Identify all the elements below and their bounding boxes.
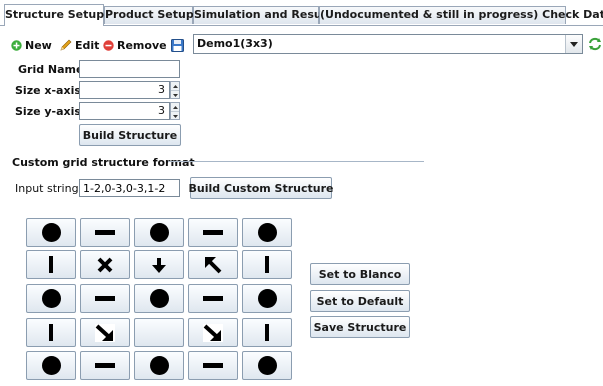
arrow-up-left-icon <box>204 256 222 274</box>
custom-section-title: Custom grid structure format <box>12 156 195 169</box>
grid-cell[interactable] <box>242 318 292 347</box>
save-icon <box>171 38 184 52</box>
dot-icon <box>41 356 61 375</box>
horizontal-bar-icon <box>203 230 223 235</box>
dot-icon <box>257 356 277 375</box>
grid-cell[interactable] <box>134 318 184 347</box>
horizontal-bar-icon <box>95 363 115 368</box>
input-string-field[interactable] <box>79 179 180 197</box>
section-divider <box>168 161 424 162</box>
grid-cell[interactable] <box>26 284 76 313</box>
set-to-blanco-button[interactable]: Set to Blanco <box>310 263 410 285</box>
tab-simulation-results[interactable]: Simulation and Results <box>193 6 337 24</box>
chevron-down-icon[interactable] <box>171 91 179 99</box>
grid-cell[interactable] <box>242 218 292 247</box>
grid-cell[interactable] <box>80 318 130 347</box>
remove-button[interactable]: Remove <box>103 37 167 53</box>
set-to-default-button[interactable]: Set to Default <box>310 290 410 312</box>
vertical-bar-icon <box>49 324 53 341</box>
grid-cell[interactable] <box>80 351 130 380</box>
save-button[interactable] <box>171 37 187 53</box>
dot-icon <box>41 289 61 308</box>
tab-bar: Structure Setup Product Setup Simulation… <box>0 0 603 26</box>
horizontal-bar-icon <box>95 230 115 235</box>
size-x-stepper[interactable] <box>170 81 180 99</box>
new-button[interactable]: New <box>11 37 52 53</box>
arrow-down-right-icon <box>203 323 223 342</box>
build-structure-button[interactable]: Build Structure <box>79 124 181 146</box>
refresh-icon <box>589 37 601 51</box>
size-x-input[interactable]: 3 <box>79 81 170 99</box>
refresh-button[interactable] <box>588 37 602 54</box>
dot-icon <box>41 223 61 242</box>
remove-label: Remove <box>117 38 167 52</box>
grid-name-input[interactable] <box>79 60 180 78</box>
input-string-label: Input string: <box>15 182 83 195</box>
tab-product-setup[interactable]: Product Setup <box>104 6 194 24</box>
grid-cell[interactable] <box>188 250 238 279</box>
grid-cell[interactable] <box>26 250 76 279</box>
horizontal-bar-icon <box>203 296 223 301</box>
structure-select-value: Demo1(3x3) <box>197 37 273 50</box>
build-custom-structure-button[interactable]: Build Custom Structure <box>189 177 333 199</box>
horizontal-bar-icon <box>95 296 115 301</box>
arrow-down-icon <box>150 256 168 274</box>
grid-cell[interactable] <box>188 218 238 247</box>
grid-cell[interactable] <box>134 250 184 279</box>
vertical-bar-icon <box>265 256 269 273</box>
dot-icon <box>257 223 277 242</box>
grid-cell[interactable] <box>80 284 130 313</box>
grid-cell[interactable] <box>134 284 184 313</box>
chevron-up-icon[interactable] <box>171 103 179 112</box>
vertical-bar-icon <box>265 324 269 341</box>
grid-cell[interactable] <box>134 351 184 380</box>
save-structure-button[interactable]: Save Structure <box>310 316 410 338</box>
structure-select[interactable]: Demo1(3x3) <box>193 34 583 54</box>
arrow-down-right-icon <box>95 323 115 342</box>
grid-cell[interactable] <box>242 250 292 279</box>
grid-cell[interactable] <box>26 351 76 380</box>
edit-button[interactable]: Edit <box>59 37 99 53</box>
grid-cell[interactable] <box>80 250 130 279</box>
edit-label: Edit <box>75 38 100 52</box>
chevron-down-icon[interactable] <box>171 112 179 120</box>
new-label: New <box>25 38 52 52</box>
grid-cell[interactable] <box>242 284 292 313</box>
dot-icon <box>257 289 277 308</box>
cross-icon <box>96 256 114 274</box>
dot-icon <box>149 356 169 375</box>
grid-cell[interactable] <box>188 284 238 313</box>
remove-icon <box>103 39 114 51</box>
add-icon <box>11 39 22 51</box>
dot-icon <box>149 223 169 242</box>
tab-structure-setup[interactable]: Structure Setup <box>4 4 104 26</box>
chevron-down-icon[interactable] <box>565 35 582 53</box>
grid-cell[interactable] <box>80 218 130 247</box>
grid-cell[interactable] <box>188 351 238 380</box>
vertical-bar-icon <box>49 256 53 273</box>
chevron-up-icon[interactable] <box>171 82 179 91</box>
grid-cell[interactable] <box>242 351 292 380</box>
dot-icon <box>149 289 169 308</box>
grid-cell[interactable] <box>26 218 76 247</box>
size-y-input[interactable]: 3 <box>79 102 170 120</box>
grid-cell[interactable] <box>26 318 76 347</box>
size-y-stepper[interactable] <box>170 102 180 120</box>
grid-cell[interactable] <box>134 218 184 247</box>
horizontal-bar-icon <box>203 363 223 368</box>
pencil-icon <box>60 39 72 50</box>
size-x-label: Size x-axis : <box>15 84 90 97</box>
grid-cell[interactable] <box>188 318 238 347</box>
tab-check-data[interactable]: (Undocumented & still in progress) Check… <box>319 6 603 24</box>
